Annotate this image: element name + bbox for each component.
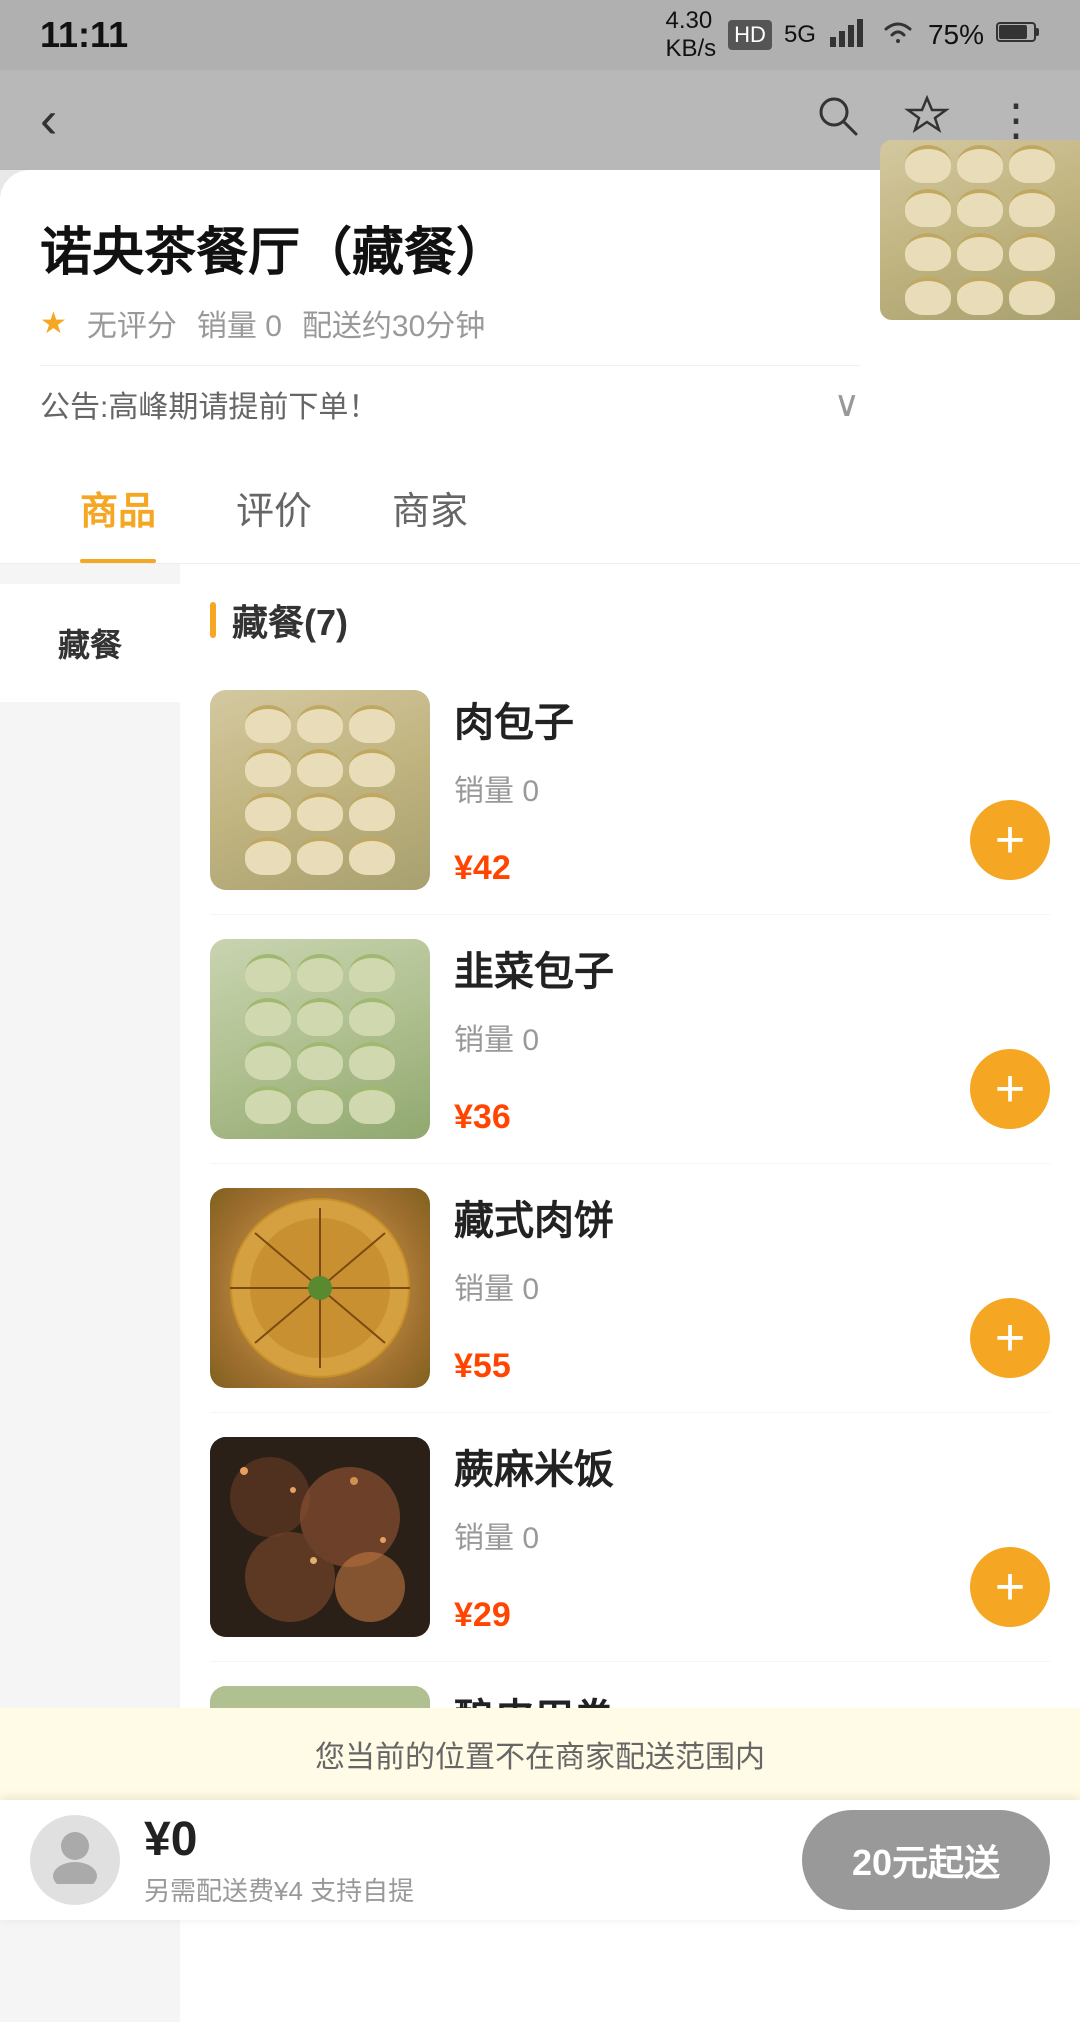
back-button[interactable]: ‹: [40, 90, 57, 150]
restaurant-name: 诺央茶餐厅（藏餐）: [40, 210, 860, 285]
product-item-2: 韭菜包子 销量 0 ¥36 +: [210, 915, 1050, 1164]
product-name-1: 肉包子: [454, 690, 946, 748]
product-item-4: 蕨麻米饭 销量 0 ¥29 +: [210, 1413, 1050, 1662]
price-value-1: 42: [473, 849, 511, 887]
product-sales-4: 销量 0: [454, 1513, 946, 1557]
rating-text: 无评分: [87, 301, 177, 345]
product-info-2: 韭菜包子 销量 0 ¥36: [454, 939, 946, 1139]
product-price-4: ¥29: [454, 1583, 946, 1637]
product-image-3: [210, 1188, 430, 1388]
price-value-4: 29: [473, 1596, 511, 1634]
network-5g1: 5G: [784, 21, 816, 49]
signal-text: 4.30KB/s: [665, 7, 716, 63]
bottom-bar: ¥0 另需配送费¥4 支持自提 20元起送: [0, 1800, 1080, 1920]
wifi-icon: [880, 17, 916, 54]
price-currency-3: ¥: [454, 1347, 473, 1385]
product-image-2: [210, 939, 430, 1139]
announcement-bar: 公告:高峰期请提前下单！ ∨: [40, 365, 860, 442]
product-info-4: 蕨麻米饭 销量 0 ¥29: [454, 1437, 946, 1637]
battery-icon: [996, 19, 1040, 51]
product-sales-3: 销量 0: [454, 1264, 946, 1308]
product-item: 肉包子 销量 0 ¥42 +: [210, 666, 1050, 915]
delivery-text: 配送约30分钟: [302, 301, 485, 345]
product-item-3: 藏式肉饼 销量 0 ¥55 +: [210, 1164, 1050, 1413]
cart-info: ¥0 另需配送费¥4 支持自提: [144, 1812, 802, 1908]
product-price-1: ¥42: [454, 836, 946, 890]
cart-avatar: [30, 1815, 120, 1905]
product-info-1: 肉包子 销量 0 ¥42: [454, 690, 946, 890]
chevron-down-icon[interactable]: ∨: [834, 383, 860, 425]
restaurant-meta: ★ 无评分 销量 0 配送约30分钟: [40, 301, 860, 345]
price-currency-1: ¥: [454, 849, 473, 887]
product-sales-2: 销量 0: [454, 1015, 946, 1059]
hd-badge: HD: [728, 20, 772, 50]
signal-bars: [828, 17, 868, 54]
price-currency-2: ¥: [454, 1098, 473, 1136]
restaurant-thumbnail: [880, 140, 1080, 320]
tabs: 商品 评价 商家: [0, 452, 1080, 564]
product-image-1: [210, 690, 430, 890]
sales-text: 销量 0: [197, 301, 282, 345]
thumb-image: [880, 140, 1080, 320]
sidebar-item-zangcan[interactable]: 藏餐: [0, 584, 180, 702]
avatar-icon: [45, 1824, 105, 1896]
product-name-3: 藏式肉饼: [454, 1188, 946, 1246]
cart-note: 另需配送费¥4 支持自提: [144, 1871, 802, 1908]
status-right: 4.30KB/s HD 5G 75%: [665, 7, 1040, 63]
price-value-2: 36: [473, 1098, 511, 1136]
location-warning: 您当前的位置不在商家配送范围内: [0, 1708, 1080, 1800]
product-price-2: ¥36: [454, 1085, 946, 1139]
tab-reviews[interactable]: 评价: [196, 452, 352, 563]
add-to-cart-button-4[interactable]: +: [970, 1547, 1050, 1627]
tab-products[interactable]: 商品: [40, 452, 196, 563]
price-value-3: 55: [473, 1347, 511, 1385]
location-warning-text: 您当前的位置不在商家配送范围内: [315, 1741, 765, 1774]
add-to-cart-button-2[interactable]: +: [970, 1049, 1050, 1129]
more-icon[interactable]: ⋮: [994, 95, 1040, 146]
add-to-cart-button-1[interactable]: +: [970, 800, 1050, 880]
order-button[interactable]: 20元起送: [802, 1810, 1050, 1910]
search-icon[interactable]: [814, 92, 860, 149]
cart-price: ¥0: [144, 1812, 802, 1867]
product-sales-1: 销量 0: [454, 766, 946, 810]
tab-merchant[interactable]: 商家: [352, 452, 508, 563]
product-image-4: [210, 1437, 430, 1637]
product-name-2: 韭菜包子: [454, 939, 946, 997]
status-time: 11:11: [40, 14, 128, 56]
product-info-3: 藏式肉饼 销量 0 ¥55: [454, 1188, 946, 1388]
battery-text: 75%: [928, 19, 984, 51]
add-to-cart-button-3[interactable]: +: [970, 1298, 1050, 1378]
product-price-3: ¥55: [454, 1334, 946, 1388]
price-currency-4: ¥: [454, 1596, 473, 1634]
star-icon: ★: [40, 306, 67, 341]
announcement-text: 公告:高峰期请提前下单！: [40, 382, 834, 426]
product-name-4: 蕨麻米饭: [454, 1437, 946, 1495]
category-header: 藏餐(7): [210, 564, 1050, 666]
status-bar: 11:11 4.30KB/s HD 5G 75%: [0, 0, 1080, 70]
